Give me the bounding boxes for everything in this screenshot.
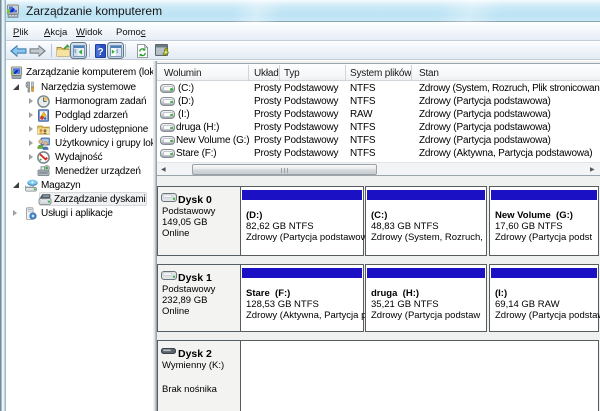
svg-text:?: ? <box>98 46 104 57</box>
